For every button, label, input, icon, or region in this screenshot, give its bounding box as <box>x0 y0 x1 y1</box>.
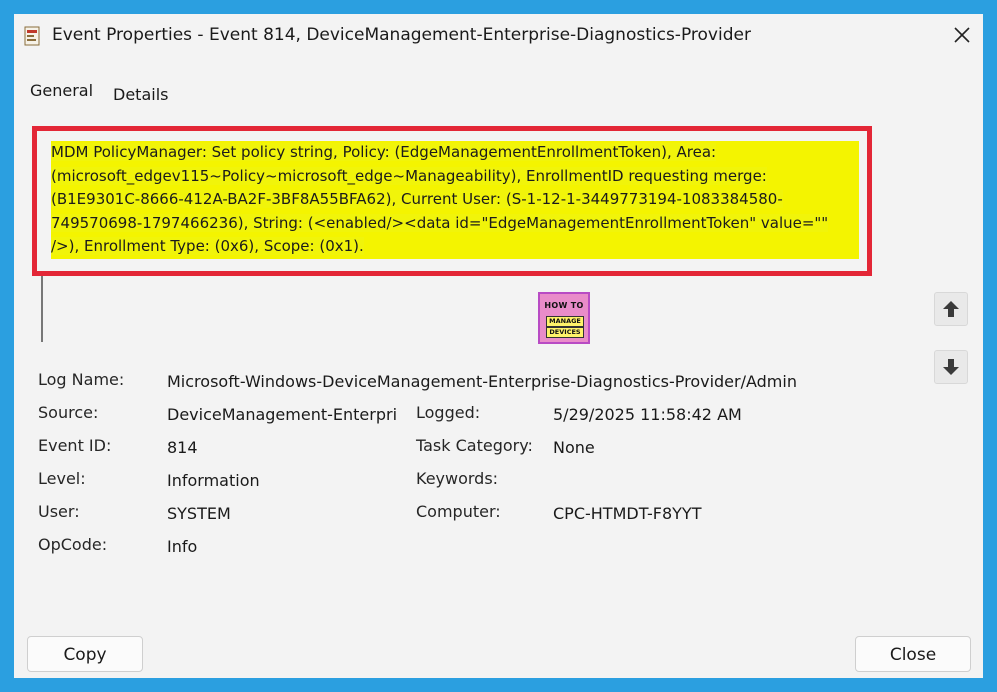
user-value: SYSTEM <box>167 504 231 523</box>
event-id-value: 814 <box>167 438 198 457</box>
level-label: Level: <box>38 469 86 488</box>
computer-label: Computer: <box>416 502 501 521</box>
tab-general[interactable]: General <box>30 81 93 100</box>
close-icon[interactable] <box>949 22 975 48</box>
logged-label: Logged: <box>416 403 481 422</box>
log-name-value: Microsoft-Windows-DeviceManagement-Enter… <box>167 372 797 391</box>
close-button[interactable]: Close <box>855 636 971 672</box>
user-label: User: <box>38 502 80 521</box>
event-properties-window: Event Properties - Event 814, DeviceMana… <box>14 14 983 678</box>
source-label: Source: <box>38 403 99 422</box>
task-category-value: None <box>553 438 595 457</box>
computer-value: CPC-HTMDT-F8YYT <box>553 504 702 523</box>
event-message-highlight: MDM PolicyManager: Set policy string, Po… <box>51 143 829 255</box>
logo-line-1: HOW TO <box>544 301 584 310</box>
event-message-text: MDM PolicyManager: Set policy string, Po… <box>51 141 859 259</box>
logo-line-2: MANAGE <box>546 316 584 327</box>
text-caret <box>41 276 43 342</box>
event-id-label: Event ID: <box>38 436 112 455</box>
window-title: Event Properties - Event 814, DeviceMana… <box>52 25 751 45</box>
title-bar: Event Properties - Event 814, DeviceMana… <box>14 14 983 58</box>
logged-value: 5/29/2025 11:58:42 AM <box>553 405 742 424</box>
log-name-label: Log Name: <box>38 370 125 389</box>
previous-event-button[interactable] <box>934 292 968 326</box>
opcode-value: Info <box>167 537 198 556</box>
copy-button[interactable]: Copy <box>27 636 143 672</box>
arrow-up-icon <box>943 301 959 317</box>
tab-details[interactable]: Details <box>113 85 168 104</box>
arrow-down-icon <box>943 359 959 375</box>
how-to-manage-devices-logo: HOW TO MANAGE DEVICES <box>538 292 590 344</box>
event-viewer-icon <box>24 26 40 46</box>
opcode-label: OpCode: <box>38 535 108 554</box>
event-message-box[interactable]: MDM PolicyManager: Set policy string, Po… <box>32 126 872 276</box>
next-event-button[interactable] <box>934 350 968 384</box>
keywords-label: Keywords: <box>416 469 499 488</box>
logo-line-3: DEVICES <box>546 327 584 338</box>
source-value: DeviceManagement-Enterpri <box>167 405 398 424</box>
task-category-label: Task Category: <box>416 436 533 455</box>
level-value: Information <box>167 471 260 490</box>
